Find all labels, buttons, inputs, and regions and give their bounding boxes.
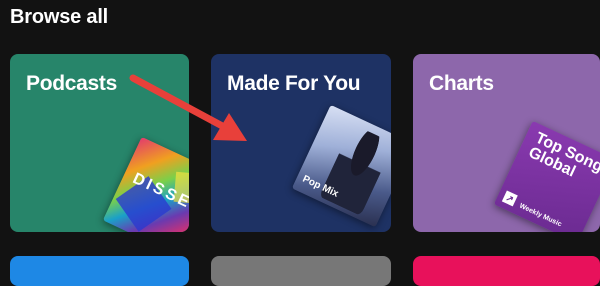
podcast-cover-art: DISSECT: [102, 136, 189, 232]
trending-arrow-icon: ↗: [501, 190, 518, 207]
cover-art-subtext: Weekly Music: [518, 202, 563, 229]
card-title: Made For You: [227, 72, 361, 95]
pop-mix-cover-art: Pop Mix: [291, 104, 391, 228]
category-card[interactable]: [10, 256, 189, 286]
card-title: Charts: [429, 72, 494, 95]
category-card[interactable]: [413, 256, 600, 286]
category-card[interactable]: [211, 256, 391, 286]
category-card-made-for-you[interactable]: Made For You Pop Mix: [211, 54, 391, 232]
section-title: Browse all: [10, 6, 109, 28]
cover-art-text: Top Songs Global: [525, 129, 600, 181]
card-title: Podcasts: [26, 72, 117, 95]
category-card-charts[interactable]: Charts Top Songs Global ↗ Weekly Music: [413, 54, 600, 232]
category-card-podcasts[interactable]: Podcasts DISSECT: [10, 54, 189, 232]
top-songs-cover-art: Top Songs Global ↗ Weekly Music: [493, 120, 600, 232]
